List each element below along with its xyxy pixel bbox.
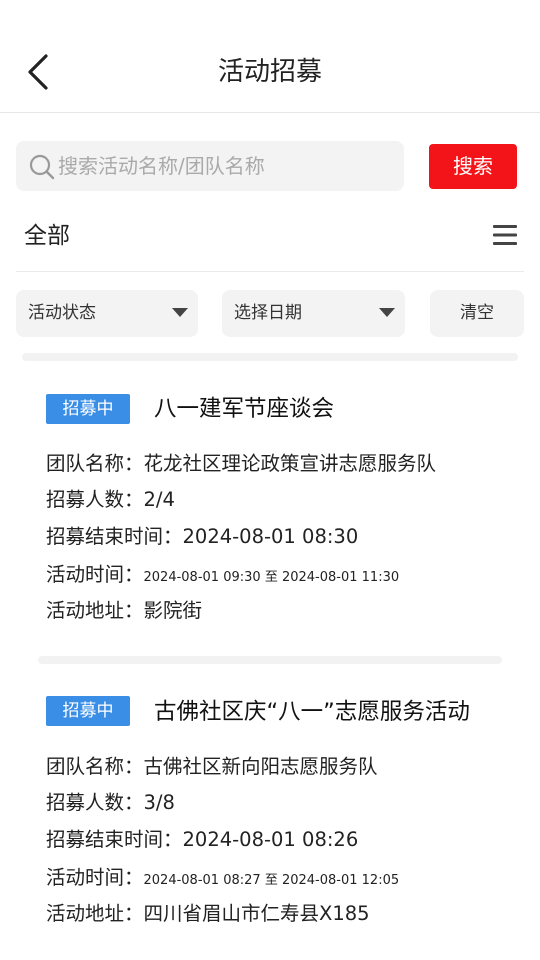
activity-time-row: 活动时间：2024-08-01 09:30 至 2024-08-01 11:30 — [46, 560, 399, 593]
status-badge: 招募中 — [46, 394, 130, 424]
activity-time-label: 活动时间： — [46, 563, 144, 586]
search-bar[interactable] — [16, 141, 404, 191]
end-time-label: 招募结束时间： — [46, 525, 183, 548]
activity-time-label: 活动时间： — [46, 866, 144, 889]
search-icon — [29, 154, 55, 180]
category-filter-label[interactable]: 全部 — [24, 218, 70, 254]
end-time-value: 2024-08-01 08:30 — [182, 525, 359, 548]
count-row: 招募人数：2/4 — [46, 485, 175, 515]
address-label: 活动地址： — [46, 599, 144, 622]
address-value: 影院街 — [143, 599, 203, 622]
date-dropdown[interactable]: 选择日期 — [222, 290, 405, 337]
address-row: 活动地址：四川省眉山市仁寿县X185 — [46, 899, 370, 929]
caret-down-icon — [379, 308, 395, 317]
date-dropdown-label: 选择日期 — [234, 303, 302, 323]
count-row: 招募人数：3/8 — [46, 788, 175, 818]
address-row: 活动地址：影院街 — [46, 596, 202, 626]
page-title: 活动招募 — [217, 57, 322, 87]
section-divider — [22, 353, 518, 361]
count-label: 招募人数： — [46, 791, 144, 814]
address-value: 四川省眉山市仁寿县X185 — [143, 902, 370, 925]
activity-start: 2024-08-01 08:27 — [143, 873, 261, 888]
count-label: 招募人数： — [46, 488, 144, 511]
status-dropdown-label: 活动状态 — [28, 303, 96, 323]
activity-card[interactable]: 招募中 古佛社区庆“八一”志愿服务活动 团队名称：古佛社区新向阳志愿服务队 招募… — [0, 696, 540, 936]
activity-time-row: 活动时间：2024-08-01 08:27 至 2024-08-01 12:05 — [46, 863, 399, 896]
end-time-label: 招募结束时间： — [46, 828, 183, 851]
section-divider — [38, 656, 502, 664]
activity-card[interactable]: 招募中 八一建军节座谈会 团队名称：花龙社区理论政策宣讲志愿服务队 招募人数：2… — [0, 392, 540, 642]
team-value: 古佛社区新向阳志愿服务队 — [143, 755, 378, 778]
clear-button[interactable]: 清空 — [430, 290, 524, 337]
activity-title: 古佛社区庆“八一”志愿服务活动 — [154, 699, 470, 725]
search-button[interactable]: 搜索 — [429, 144, 517, 189]
count-value: 2/4 — [143, 488, 175, 511]
top-nav-bar: 活动招募 — [0, 0, 540, 113]
activity-title: 八一建军节座谈会 — [154, 396, 335, 422]
activity-end: 2024-08-01 12:05 — [281, 873, 400, 888]
team-row: 团队名称：古佛社区新向阳志愿服务队 — [46, 752, 378, 782]
team-label: 团队名称： — [46, 755, 144, 778]
search-input[interactable] — [58, 141, 388, 191]
team-label: 团队名称： — [46, 452, 144, 475]
end-time-value: 2024-08-01 08:26 — [182, 828, 359, 851]
status-badge: 招募中 — [46, 696, 130, 726]
activity-end: 2024-08-01 11:30 — [281, 570, 400, 585]
team-row: 团队名称：花龙社区理论政策宣讲志愿服务队 — [46, 449, 436, 479]
activity-start: 2024-08-01 09:30 — [143, 570, 261, 585]
end-time-row: 招募结束时间：2024-08-01 08:26 — [46, 825, 358, 855]
end-time-row: 招募结束时间：2024-08-01 08:30 — [46, 522, 358, 552]
count-value: 3/8 — [143, 791, 175, 814]
address-label: 活动地址： — [46, 902, 144, 925]
caret-down-icon — [172, 308, 188, 317]
team-value: 花龙社区理论政策宣讲志愿服务队 — [143, 452, 437, 475]
to-label: 至 — [264, 570, 278, 585]
menu-icon[interactable] — [492, 222, 518, 248]
divider — [16, 271, 524, 272]
to-label: 至 — [264, 873, 278, 888]
status-dropdown[interactable]: 活动状态 — [16, 290, 198, 337]
